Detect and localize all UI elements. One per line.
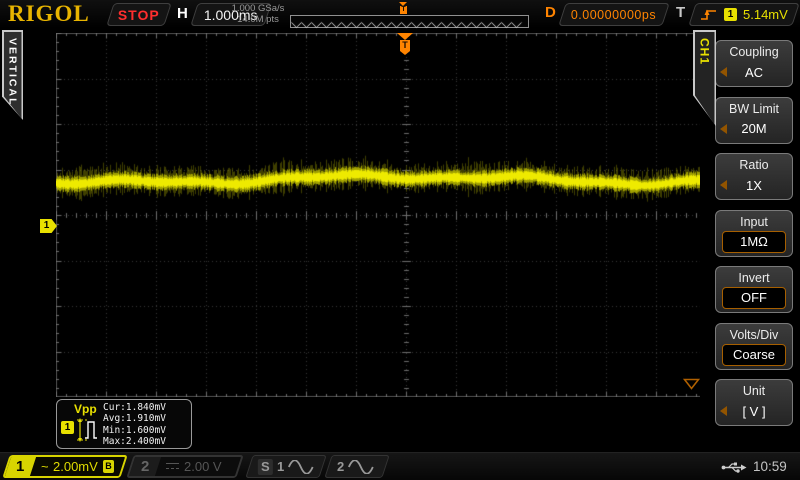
brand-logo: RIGOL [8, 1, 90, 27]
channel2-status-block[interactable]: 2 2.00 V [126, 455, 243, 478]
bw-limit-icon: B [103, 460, 114, 473]
menu-item-input[interactable]: Input 1MΩ [715, 210, 793, 257]
sample-rate: 1.000 GSa/s [226, 3, 290, 14]
usb-icon [721, 461, 747, 474]
channel1-scale: 2.00mV [53, 459, 98, 474]
measurement-channel-badge: 1 [61, 421, 74, 434]
trigger-slope-icon [700, 8, 718, 22]
tab-face: VERTICAL [4, 32, 22, 119]
top-status-bar: RIGOL STOP H 1.000ms 1.000 GSa/s 14.0M p… [0, 0, 800, 28]
left-arrow-icon [720, 124, 727, 134]
menu-item-bw-limit[interactable]: BW Limit 20M [715, 97, 793, 144]
trigger-label: T [676, 4, 685, 21]
horizontal-label: H [177, 5, 188, 22]
menu-item-value: [ V ] [742, 404, 765, 419]
tab-vertical[interactable]: VERTICAL [2, 30, 23, 120]
menu-item-label: Input [716, 215, 792, 229]
menu-item-invert[interactable]: Invert OFF [715, 266, 793, 313]
trigger-position-marker[interactable]: T [397, 33, 413, 55]
menu-item-value: 1X [746, 178, 762, 193]
trigger-level-value: 5.14mV [743, 7, 788, 22]
left-arrow-icon [720, 406, 727, 416]
bottom-status-bar: 1 ~ 2.00mV B 2 2.00 V S 1 2 [0, 452, 800, 480]
menu-item-label: Unit [716, 384, 792, 398]
menu-item-value: OFF [722, 287, 786, 309]
acquisition-info: 1.000 GSa/s 14.0M pts [226, 3, 290, 25]
menu-item-label: Ratio [716, 158, 792, 172]
menu-item-coupling[interactable]: Coupling AC [715, 40, 793, 87]
measurement-values: Cur:1.840mV Avg:1.910mV Min:1.600mV Max:… [103, 402, 166, 447]
dc-coupling-icon [166, 462, 179, 471]
memory-depth: 14.0M pts [226, 14, 290, 25]
channel1-number: 1 [16, 458, 24, 475]
oscilloscope-screen: RIGOL STOP H 1.000ms 1.000 GSa/s 14.0M p… [0, 0, 800, 480]
delay-box[interactable]: 0.00000000ps [558, 3, 669, 26]
channel2-number: 2 [141, 458, 149, 475]
menu-item-label: Coupling [716, 45, 792, 59]
sine-wave-icon [288, 460, 314, 474]
menu-item-label: Invert [716, 271, 792, 285]
ac-coupling-icon: ~ [41, 459, 49, 474]
memory-trigger-position-icon[interactable]: T [399, 2, 407, 14]
source-label: S [258, 459, 273, 475]
memory-position-bar[interactable] [290, 15, 529, 28]
menu-item-value: 20M [741, 121, 766, 136]
run-status-badge[interactable]: STOP [106, 3, 171, 26]
waveform-display [56, 33, 756, 397]
memory-waveform-icon [291, 20, 524, 29]
source1-status-block[interactable]: S 1 [245, 455, 326, 478]
menu-item-label: Volts/Div [716, 328, 792, 342]
source2-number: 2 [337, 459, 344, 474]
sine-wave-icon [348, 460, 374, 474]
trigger-info-box[interactable]: 1 5.14mV [688, 3, 799, 26]
run-status-text: STOP [118, 7, 160, 23]
source2-status-block[interactable]: 2 [324, 455, 389, 478]
channel2-scale: 2.00 V [184, 459, 222, 474]
trigger-source-badge: 1 [724, 8, 737, 21]
menu-item-ratio[interactable]: Ratio 1X [715, 153, 793, 200]
menu-item-value: AC [745, 65, 763, 80]
measurement-vpp-box[interactable]: Vpp 1 Cur:1.840mV Avg:1.910mV Min:1.600m… [56, 399, 192, 449]
delay-value: 0.00000000ps [571, 8, 656, 22]
menu-item-value: Coarse [722, 344, 786, 366]
source1-number: 1 [277, 459, 284, 474]
menu-item-volts-div[interactable]: Volts/Div Coarse [715, 323, 793, 370]
tab-ch1[interactable]: CH1 [693, 30, 716, 126]
clock: 10:59 [753, 459, 787, 474]
trigger-level-offscreen-icon [683, 378, 700, 390]
vpp-pulse-icon [76, 417, 102, 443]
menu-item-value: 1MΩ [722, 231, 786, 253]
delay-label: D [545, 4, 556, 21]
menu-item-unit[interactable]: Unit [ V ] [715, 379, 793, 426]
tab-vertical-label: VERTICAL [7, 32, 19, 119]
channel1-level-marker[interactable]: 1 [40, 219, 57, 233]
measurement-name: Vpp [74, 402, 97, 416]
menu-item-label: BW Limit [716, 102, 792, 116]
left-arrow-icon [720, 180, 727, 190]
left-arrow-icon [720, 67, 727, 77]
channel1-status-block[interactable]: 1 ~ 2.00mV B [2, 455, 127, 478]
